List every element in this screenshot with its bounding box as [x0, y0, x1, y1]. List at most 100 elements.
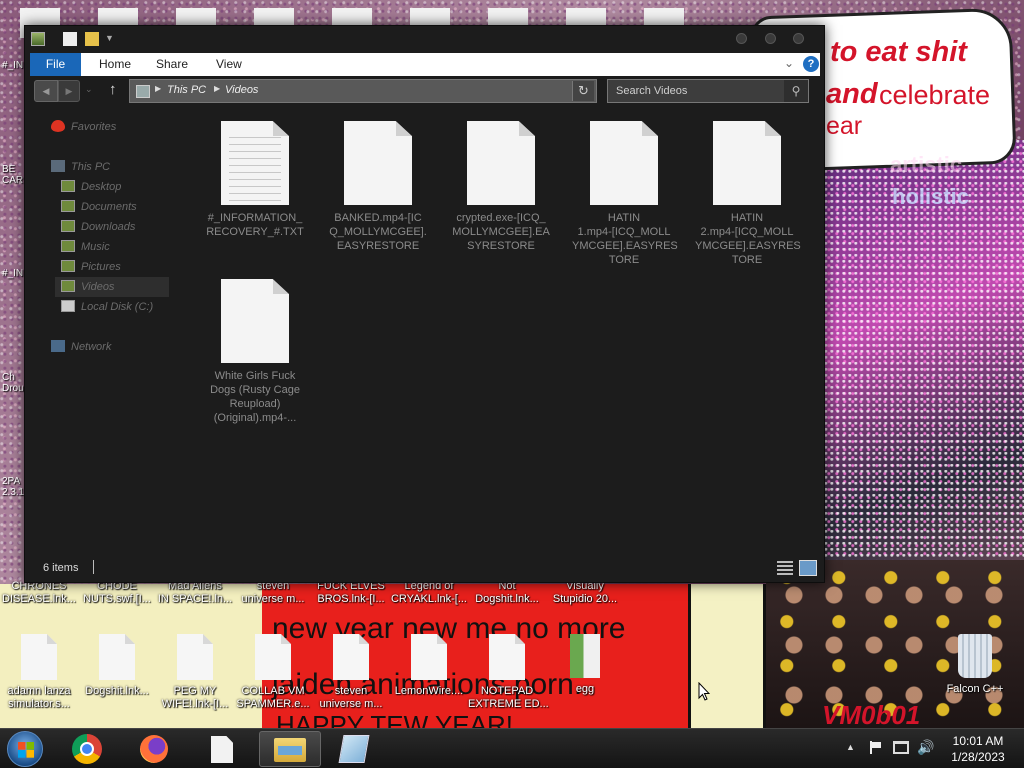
sidebar-item-this-pc[interactable]: This PC [51, 158, 110, 176]
file-item[interactable]: HATIN 1.mp4-[ICQ_MOLL YMCGEE].EASYRES TO… [572, 121, 678, 267]
sidebar-item-label: Pictures [81, 261, 121, 273]
documents-folder-icon [61, 200, 75, 212]
taskbar-notepad[interactable] [327, 731, 383, 767]
action-center-flag-icon[interactable] [870, 741, 882, 754]
desktop-icon[interactable]: egg [546, 634, 624, 696]
desktop-icon-label[interactable]: BE CAR [2, 164, 23, 186]
sidebar-item-label: Music [81, 241, 110, 253]
desktop-icon-label[interactable]: #_IN [2, 60, 23, 71]
sidebar-item-label: Desktop [81, 181, 122, 193]
tab-view[interactable]: View [216, 53, 242, 76]
windows-logo-icon [18, 742, 34, 758]
desktop-icon-label[interactable]: steven universe m... [234, 580, 312, 606]
navigation-bar: ◀ ▶ ⌄ ↑ ▶ This PC ▶ Videos ↻ ⚲ [25, 78, 824, 106]
sidebar-item-network[interactable]: Network [51, 338, 111, 356]
sidebar-item-label: Network [71, 341, 112, 353]
search-icon[interactable]: ⚲ [784, 80, 808, 102]
desktop-icon-label[interactable]: Ch Drou [2, 372, 24, 394]
properties-icon[interactable] [63, 32, 77, 46]
network-icon[interactable] [893, 741, 909, 754]
desktop-icon-label: egg [575, 683, 595, 695]
refresh-button[interactable]: ↻ [572, 81, 594, 101]
taskbar-document[interactable] [195, 731, 251, 767]
desktop-icon[interactable]: Dogshit.lnk... [78, 634, 156, 698]
document-icon [177, 634, 213, 680]
file-item[interactable]: White Girls Fuck Dogs (Rusty Cage Reuplo… [203, 279, 307, 425]
wallpaper-text: to eat shit [830, 36, 967, 68]
taskbar-file-explorer[interactable] [259, 731, 321, 767]
firefox-icon [140, 735, 168, 763]
desktop-icon-label[interactable]: Legend of CRYAKL.lnk-[... [390, 580, 468, 606]
desktop-icon-label[interactable]: Not Dogshit.lnk... [468, 580, 546, 606]
sidebar-item-downloads[interactable]: Downloads [61, 218, 135, 236]
desktop-icon[interactable]: LemonWire.... [390, 634, 468, 698]
desktop-icon-label[interactable]: #_IN [2, 268, 23, 279]
desktop-icon-label[interactable]: CHRONES DISEASE.lnk... [0, 580, 78, 606]
breadcrumb-chevron-icon[interactable]: ▶ [155, 84, 161, 93]
recent-locations-chevron-icon[interactable]: ⌄ [85, 84, 93, 95]
desktop-icon-label[interactable]: Mad Aliens IN SPACE!.ln... [156, 580, 234, 606]
taskbar: ▲ 🔊 10:01 AM 1/28/2023 [0, 728, 1024, 768]
search-box: ⚲ [607, 79, 809, 103]
tab-share[interactable]: Share [156, 53, 188, 76]
large-icons-view-icon[interactable] [799, 560, 817, 576]
file-item[interactable]: crypted.exe-[ICQ_ MOLLYMCGEE].EA SYRESTO… [449, 121, 553, 253]
clock-time[interactable]: 10:01 AM [940, 734, 1016, 748]
document-icon [333, 634, 369, 680]
desktop-icon-label[interactable]: Visually Stupidio 20... [546, 580, 624, 606]
sidebar-item-local-disk[interactable]: Local Disk (C:) [61, 298, 153, 316]
title-bar[interactable]: ▼ [25, 26, 824, 52]
sidebar-item-music[interactable]: Music [61, 238, 110, 256]
file-item[interactable]: HATIN 2.mp4-[ICQ_MOLL YMCGEE].EASYRES TO… [695, 121, 801, 267]
file-item[interactable]: BANKED.mp4-[IC Q_MOLLYMCGEE]. EASYRESTOR… [326, 121, 430, 253]
chrome-icon [72, 734, 102, 764]
sidebar-item-pictures[interactable]: Pictures [61, 258, 121, 276]
desktop-icon-label[interactable]: CHODE NUTS.swf.[I... [78, 580, 156, 606]
new-folder-icon[interactable] [85, 32, 99, 46]
clock-date[interactable]: 1/28/2023 [940, 750, 1016, 764]
explorer-app-icon[interactable] [31, 32, 45, 46]
wallpaper-text: ear [826, 112, 863, 140]
forward-button[interactable]: ▶ [58, 80, 80, 102]
breadcrumb-this-pc[interactable]: This PC [167, 84, 206, 96]
up-arrow-icon[interactable]: ↑ [109, 81, 117, 98]
desktop-icon[interactable]: adamn lanza simulator.s... [0, 634, 78, 711]
sidebar-item-desktop[interactable]: Desktop [61, 178, 121, 196]
details-view-icon[interactable] [777, 561, 793, 575]
breadcrumb-videos[interactable]: Videos [225, 84, 258, 96]
close-button[interactable] [793, 33, 804, 44]
start-button[interactable] [7, 731, 43, 767]
search-input[interactable] [608, 80, 782, 102]
volume-icon[interactable]: 🔊 [917, 739, 934, 756]
desktop-icon[interactable]: NOTEPAD EXTREME ED... [468, 634, 549, 711]
customize-toolbar-icon[interactable]: ▼ [105, 33, 115, 47]
taskbar-chrome[interactable] [60, 731, 116, 767]
mouse-cursor-icon [698, 682, 710, 701]
desktop-icon-label[interactable]: FUCK ELVES BROS.lnk-[I... [312, 580, 390, 606]
desktop-icon[interactable]: Falcon C++ [936, 634, 1014, 696]
taskbar-firefox[interactable] [127, 731, 183, 767]
desktop-icon-label[interactable]: 2PA 2.3.1 [2, 476, 24, 498]
tab-home[interactable]: Home [99, 53, 131, 76]
desktop-icon[interactable]: PEG MY WIFE!.lnk-[I... [156, 634, 234, 711]
tab-file[interactable]: File [30, 53, 81, 76]
sidebar-item-videos[interactable]: Videos [61, 278, 114, 296]
breadcrumb-chevron-icon[interactable]: ▶ [214, 84, 220, 93]
desktop-folder-icon [61, 180, 75, 192]
back-button[interactable]: ◀ [34, 80, 58, 102]
item-count: 6 items [43, 562, 79, 574]
desktop-icon[interactable]: steven universe m... [312, 634, 390, 711]
help-icon[interactable]: ? [803, 56, 819, 72]
minimize-button[interactable] [736, 33, 747, 44]
maximize-button[interactable] [765, 33, 776, 44]
file-item[interactable]: #_INFORMATION_ RECOVERY_#.TXT [203, 121, 307, 239]
address-bar[interactable]: ▶ This PC ▶ Videos ↻ [129, 79, 597, 103]
music-folder-icon [61, 240, 75, 252]
show-hidden-icons-icon[interactable]: ▲ [846, 742, 855, 752]
expand-ribbon-chevron-icon[interactable]: ⌄ [784, 56, 794, 70]
sidebar-item-documents[interactable]: Documents [61, 198, 137, 216]
desktop-icon-label: COLLAB VM SPAMMER.e... [236, 685, 310, 710]
wallpaper-text: HAPPY TEW YEAR! [276, 710, 513, 728]
desktop-icon[interactable]: COLLAB VM SPAMMER.e... [234, 634, 312, 711]
sidebar-item-favorites[interactable]: Favorites [51, 118, 116, 136]
